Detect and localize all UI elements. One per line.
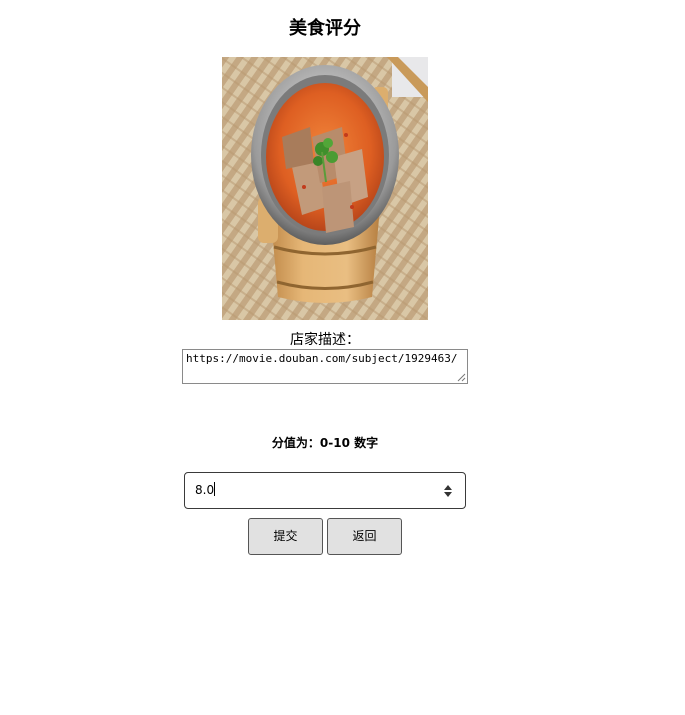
description-text: https://movie.douban.com/subject/1929463… (186, 352, 458, 365)
resize-grip-icon[interactable] (457, 373, 466, 382)
description-label: 店家描述： (290, 332, 360, 348)
back-button[interactable]: 返回 (327, 518, 402, 555)
page-title: 美食评分 (289, 18, 361, 39)
submit-button[interactable]: 提交 (248, 518, 323, 555)
score-input[interactable]: 8.0 (184, 472, 466, 509)
score-value: 8.0 (195, 483, 215, 497)
text-caret (214, 482, 216, 496)
score-hint: 分值为：0-10 数字 (271, 436, 379, 450)
description-textarea[interactable]: https://movie.douban.com/subject/1929463… (182, 349, 468, 384)
number-spinner-icon[interactable] (443, 484, 453, 498)
food-photo (222, 57, 428, 320)
